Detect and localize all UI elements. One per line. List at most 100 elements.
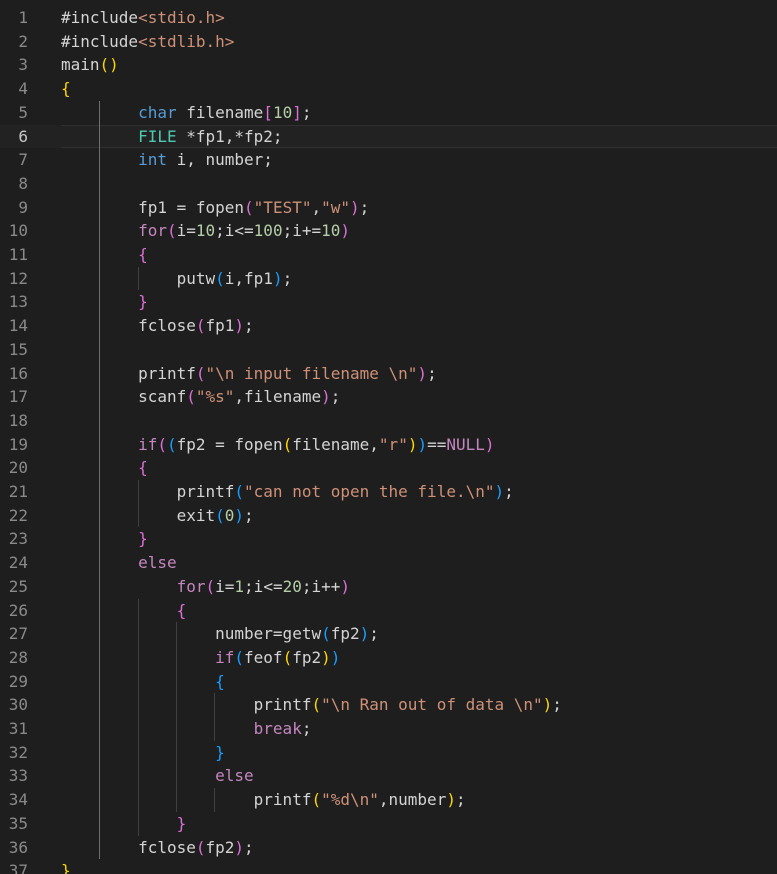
code-token: scanf	[138, 387, 187, 407]
code-line[interactable]: 20 {	[0, 456, 777, 480]
line-number: 1	[18, 8, 28, 27]
code-token: else	[215, 766, 254, 786]
code-text: fclose(fp1);	[61, 314, 254, 338]
line-number: 20	[8, 458, 28, 478]
code-line[interactable]: 33 else	[0, 764, 777, 788]
code-token: "\n Ran out of data \n"	[321, 695, 543, 715]
code-line[interactable]: 11 {	[0, 243, 777, 267]
code-token: (	[195, 363, 206, 383]
code-line[interactable]: 6 FILE *fp1,*fp2;	[0, 124, 777, 149]
code-line[interactable]: 24 else	[0, 551, 777, 575]
code-text: if(feof(fp2))	[61, 646, 340, 670]
code-line[interactable]: 15	[0, 338, 777, 362]
code-line[interactable]: 29 {	[0, 670, 777, 694]
line-number: 24	[8, 553, 28, 573]
code-token: )	[417, 363, 428, 383]
code-token: ,number	[378, 790, 447, 810]
code-text: printf("%d\n",number);	[61, 788, 466, 812]
line-number: 15	[8, 339, 28, 359]
code-token: }	[61, 861, 71, 874]
indent-guide	[214, 788, 215, 812]
code-line[interactable]: 34 printf("%d\n",number);	[0, 788, 777, 812]
code-line[interactable]: 30 printf("\n Ran out of data \n");	[0, 693, 777, 717]
code-line[interactable]: 9 fp1 = fopen("TEST","w");	[0, 196, 777, 220]
code-line[interactable]: 22 exit(0);	[0, 504, 777, 528]
code-token: if	[215, 647, 235, 667]
code-token: }	[215, 742, 225, 762]
code-line[interactable]: 31 break;	[0, 717, 777, 741]
code-token: 100	[253, 221, 283, 241]
code-token: (	[205, 576, 216, 596]
code-token: putw	[176, 268, 216, 288]
code-text: exit(0);	[61, 504, 254, 528]
code-line[interactable]: 7 int i, number;	[0, 148, 777, 172]
code-text: {	[61, 77, 71, 101]
code-token: )	[359, 624, 370, 644]
code-line[interactable]: 21 printf("can not open the file.\n");	[0, 480, 777, 504]
code-token: (	[311, 790, 322, 810]
code-token: number=getw	[215, 624, 322, 644]
code-token: <stdio.h>	[138, 8, 225, 27]
code-token: ]	[292, 102, 302, 122]
code-token: ;	[455, 790, 466, 810]
code-token: (	[244, 197, 254, 217]
code-line[interactable]: 19 if((fp2 = fopen(filename,"r"))==NULL)	[0, 433, 777, 457]
code-token: #include	[61, 8, 139, 27]
code-line[interactable]: 10 for(i=10;i<=100;i+=10)	[0, 219, 777, 243]
code-token: printf	[176, 482, 235, 501]
code-token: "w"	[321, 197, 351, 217]
line-number: 5	[18, 102, 28, 122]
code-token: ;i+=	[282, 221, 322, 241]
code-token: }	[138, 292, 148, 312]
code-token: }	[176, 813, 187, 833]
code-line[interactable]: 25 for(i=1;i<=20;i++)	[0, 575, 777, 599]
line-number: 14	[8, 316, 28, 336]
code-token: "r"	[378, 434, 408, 454]
code-token: )	[321, 647, 331, 667]
code-line[interactable]: 8	[0, 172, 777, 196]
code-line[interactable]: 12 putw(i,fp1);	[0, 267, 777, 291]
line-number: 21	[8, 482, 28, 501]
code-token: (	[282, 647, 293, 667]
code-token: main	[61, 55, 100, 75]
code-line[interactable]: 1 #include<stdio.h>	[0, 6, 777, 30]
code-token: ;i<=	[244, 576, 283, 596]
code-token: i=	[176, 221, 196, 241]
line-number: 10	[8, 221, 28, 241]
code-token: FILE	[138, 126, 177, 146]
line-number: 25	[8, 576, 28, 596]
code-token: ;	[369, 624, 379, 644]
code-line[interactable]: 17 scanf("%s",filename);	[0, 385, 777, 409]
code-line[interactable]: 32 }	[0, 741, 777, 765]
code-token: )	[350, 197, 360, 217]
code-token: "%d\n"	[321, 790, 379, 810]
indent-guide	[138, 266, 139, 291]
code-line[interactable]: 35 }	[0, 812, 777, 836]
code-line[interactable]: 23 }	[0, 527, 777, 551]
code-line[interactable]: 28 if(feof(fp2))	[0, 646, 777, 670]
code-line[interactable]: 14 fclose(fp1);	[0, 314, 777, 338]
code-token: break	[253, 719, 302, 738]
code-line[interactable]: 13 }	[0, 290, 777, 314]
code-line[interactable]: 5 char filename[10];	[0, 101, 777, 125]
code-line[interactable]: 26 {	[0, 599, 777, 623]
code-line[interactable]: 37}	[0, 859, 777, 874]
code-line[interactable]: 27 number=getw(fp2);	[0, 622, 777, 646]
code-token: *fp1,*fp2;	[176, 126, 283, 146]
code-token: "\n input filename \n"	[205, 363, 418, 383]
code-token: filename	[176, 102, 264, 122]
code-line[interactable]: 16 printf("\n input filename \n");	[0, 362, 777, 386]
code-line[interactable]: 4{	[0, 77, 777, 101]
code-line[interactable]: 36 fclose(fp2);	[0, 836, 777, 860]
code-line[interactable]: 18	[0, 409, 777, 433]
code-line[interactable]: 3 main()	[0, 53, 777, 77]
code-line[interactable]: 2 #include<stdlib.h>	[0, 30, 777, 54]
line-number: 27	[8, 624, 28, 644]
code-editor[interactable]: 1 #include<stdio.h> 2 #include<stdlib.h> 3 ma…	[0, 0, 777, 874]
line-number: 9	[18, 197, 28, 217]
code-token: else	[138, 553, 177, 573]
code-token: char	[138, 102, 177, 122]
